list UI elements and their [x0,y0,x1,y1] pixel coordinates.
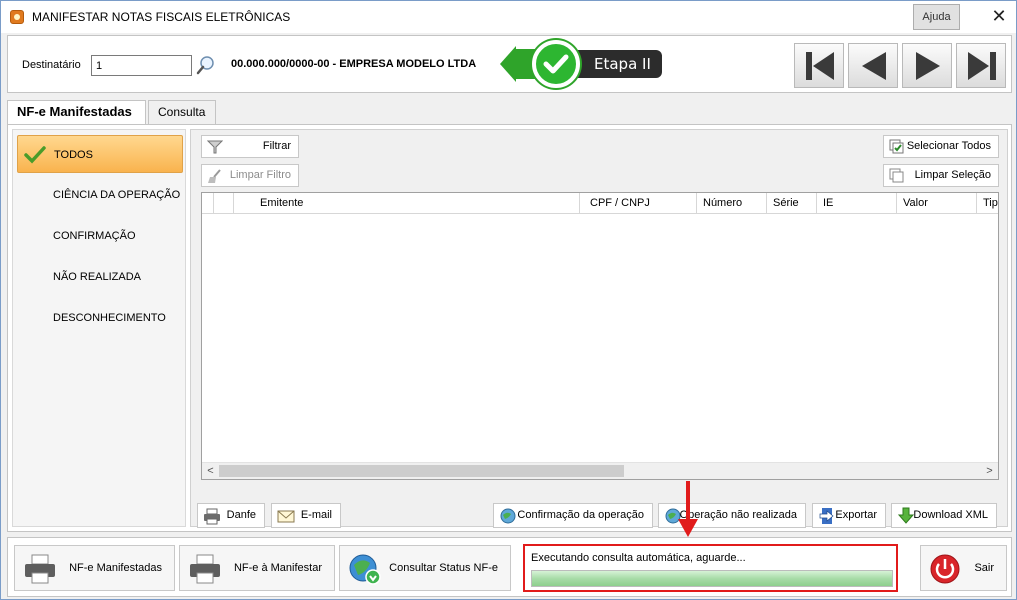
progress-bar [531,570,893,587]
nfe-to-manifest-label: NF-e à Manifestar [233,562,322,574]
recipient-input[interactable] [91,55,192,76]
nfe-manifested-button[interactable]: NF-e Manifestadas [14,545,175,591]
close-icon[interactable]: ✕ [984,4,1014,30]
window-title: MANIFESTAR NOTAS FISCAIS ELETRÔNICAS [32,10,291,24]
status-sidebar: TODOS CIÊNCIA DA OPERAÇÃO CONFIRMAÇÃO NÃ… [12,129,186,527]
status-panel: Executando consulta automática, aguarde.… [523,544,898,592]
check-icon [24,146,46,164]
confirm-operation-label: Confirmação da operação [517,509,644,521]
skip-last-icon [968,52,996,80]
sidebar-item-label: CIÊNCIA DA OPERAÇÃO [53,189,181,201]
download-xml-label: Download XML [913,509,988,521]
danfe-button[interactable]: Danfe [197,503,265,528]
download-arrow-icon [897,507,915,524]
sidebar-item-all[interactable]: TODOS [17,135,183,173]
column-header-tipo[interactable]: Tipo [977,193,998,214]
sidebar-item-desconhecimento[interactable]: DESCONHECIMENTO [17,299,183,337]
funnel-icon [207,140,223,154]
title-bar: MANIFESTAR NOTAS FISCAIS ELETRÔNICAS Aju… [1,1,1016,33]
select-all-icon [889,139,904,154]
clear-selection-button[interactable]: Limpar Seleção [883,164,999,187]
select-all-button[interactable]: Selecionar Todos [883,135,999,158]
column-header-select [214,193,234,214]
power-icon [930,554,960,584]
nfe-table[interactable]: Emitente CPF / CNPJ Número Série IE Valo… [201,192,999,480]
column-header-numero[interactable]: Número [697,193,767,214]
sidebar-item-label: DESCONHECIMENTO [53,312,166,324]
next-icon [916,52,940,80]
step-badge: Etapa II [500,38,665,90]
column-header-cnpj[interactable]: CPF / CNPJ [580,193,697,214]
table-header: Emitente CPF / CNPJ Número Série IE Valo… [202,193,998,214]
horizontal-scrollbar[interactable]: < > [202,462,998,479]
sidebar-item-label: TODOS [54,149,93,161]
sidebar-item-label: NÃO REALIZADA [53,271,142,283]
progress-bar-fill [532,571,892,586]
printer-icon [25,554,55,584]
previous-icon [862,52,886,80]
clear-selection-label: Limpar Seleção [914,169,991,181]
clear-selection-icon [889,168,904,183]
first-record-button[interactable] [794,43,844,88]
column-header-serie[interactable]: Série [767,193,817,214]
exit-label: Sair [974,562,994,574]
tab-panel: TODOS CIÊNCIA DA OPERAÇÃO CONFIRMAÇÃO NÃ… [7,124,1012,532]
email-label: E-mail [300,509,332,521]
clear-filter-label: Limpar Filtro [229,169,291,181]
status-message: Executando consulta automática, aguarde.… [531,552,746,564]
check-nfe-status-label: Consultar Status NF-e [389,562,498,574]
confirm-operation-button[interactable]: Confirmação da operação [493,503,653,528]
printer-icon [204,508,220,525]
footer-panel: NF-e Manifestadas NF-e à Manifestar Cons… [7,537,1012,597]
email-button[interactable]: E-mail [271,503,341,528]
header-panel: Destinatário 00.000.000/0000-00 - EMPRES… [7,35,1012,93]
nfe-manifested-label: NF-e Manifestadas [69,562,162,574]
download-xml-button[interactable]: Download XML [891,503,997,528]
recipient-label: Destinatário [22,59,81,71]
column-header-indicator [202,193,214,214]
check-nfe-status-button[interactable]: Consultar Status NF-e [339,545,511,591]
column-header-ie[interactable]: IE [817,193,897,214]
export-icon [819,508,834,524]
app-logo-icon [10,10,24,24]
printer-icon [190,554,220,584]
tab-nfe-manifested[interactable]: NF-e Manifestadas [7,100,146,125]
export-label: Exportar [835,509,877,521]
content-area: Filtrar Limpar Filtro Selecionar Todos L… [190,129,1008,528]
last-record-button[interactable] [956,43,1006,88]
danfe-label: Danfe [226,509,256,521]
sidebar-item-nao-realizada[interactable]: NÃO REALIZADA [17,258,183,296]
app-window: MANIFESTAR NOTAS FISCAIS ELETRÔNICAS Aju… [0,0,1017,600]
help-button[interactable]: Ajuda [913,4,960,30]
skip-first-icon [806,52,834,80]
annotation-arrow-icon [678,481,698,537]
exit-button[interactable]: Sair [920,545,1007,591]
scroll-right-icon[interactable]: > [981,463,998,480]
check-circle-icon [532,40,580,88]
nfe-to-manifest-button[interactable]: NF-e à Manifestar [179,545,335,591]
scrollbar-thumb[interactable] [219,465,624,477]
envelope-icon [277,510,295,523]
tab-query[interactable]: Consulta [148,100,216,124]
sidebar-item-label: CONFIRMAÇÃO [53,230,136,242]
globe-icon [500,508,516,524]
clear-filter-button[interactable]: Limpar Filtro [201,164,299,187]
column-header-valor[interactable]: Valor [897,193,977,214]
previous-record-button[interactable] [848,43,898,88]
filter-label: Filtrar [262,140,291,152]
globe-download-icon [349,554,381,585]
next-record-button[interactable] [902,43,952,88]
sidebar-item-confirmacao[interactable]: CONFIRMAÇÃO [17,217,183,255]
broom-icon [208,169,221,183]
select-all-label: Selecionar Todos [906,140,991,152]
export-button[interactable]: Exportar [812,503,886,528]
column-header-emitente[interactable]: Emitente [234,193,580,214]
scroll-left-icon[interactable]: < [202,463,219,480]
company-name: 00.000.000/0000-00 - EMPRESA MODELO LTDA [231,58,477,70]
sidebar-item-ciencia[interactable]: CIÊNCIA DA OPERAÇÃO [17,176,183,214]
search-icon[interactable] [195,54,217,76]
filter-button[interactable]: Filtrar [201,135,299,158]
